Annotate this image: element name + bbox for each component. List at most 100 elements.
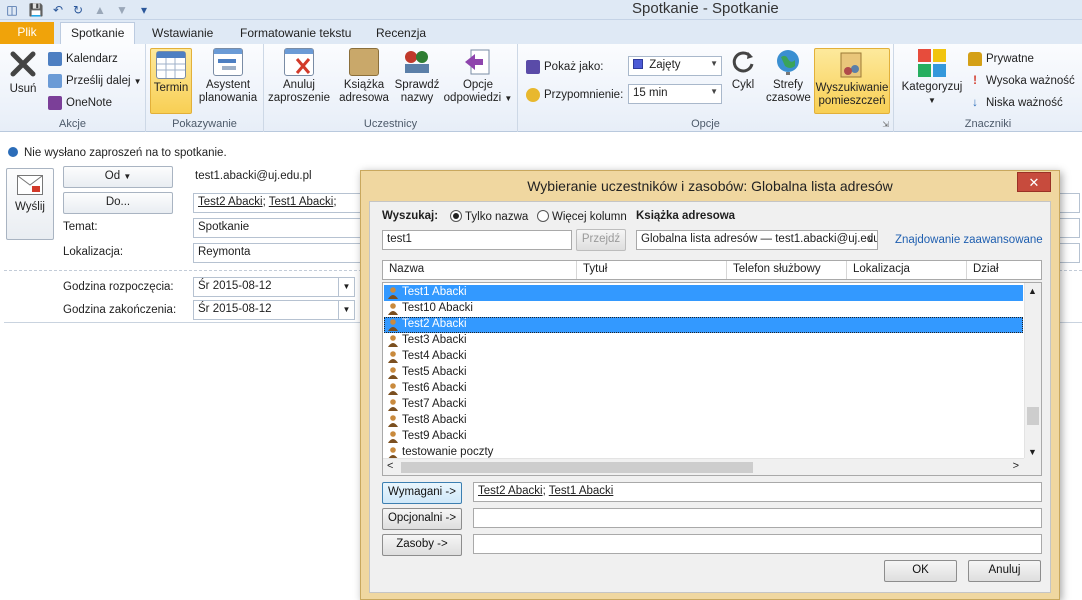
arrow-down-icon[interactable]: ▼ bbox=[114, 2, 130, 18]
response-options-button[interactable]: Opcje odpowiedzi ▼ bbox=[442, 48, 514, 105]
list-item[interactable]: Test6 Abacki bbox=[384, 381, 1023, 397]
customize-toolbar-icon[interactable]: ▾ bbox=[136, 2, 152, 18]
tab-insert[interactable]: Wstawianie bbox=[142, 23, 223, 44]
categorize-button[interactable]: Kategoryzuj ▼ bbox=[900, 48, 964, 107]
location-input[interactable]: Reymonta bbox=[193, 243, 363, 263]
to-field[interactable]: Test2 Abacki; Test1 Abacki; bbox=[193, 193, 363, 213]
cancel-invitation-button[interactable]: Anuluj zaproszenie bbox=[264, 48, 334, 105]
tab-review[interactable]: Recenzja bbox=[366, 23, 436, 44]
list-item[interactable]: Test1 Abacki bbox=[384, 285, 1023, 301]
room-finder-button[interactable]: Wyszukiwanie pomieszczeń bbox=[814, 48, 890, 114]
radio-name-only[interactable]: Tylko nazwa bbox=[450, 210, 528, 223]
subject-input[interactable]: Spotkanie bbox=[193, 218, 363, 238]
radio-more-columns[interactable]: Więcej kolumn bbox=[537, 210, 627, 223]
chevron-down-icon: ▼ bbox=[710, 59, 718, 68]
scheduling-assistant-button[interactable]: Asystent planowania bbox=[196, 48, 260, 105]
low-importance-button[interactable]: ↓ Niska ważność bbox=[968, 94, 1063, 112]
address-book-button[interactable]: Książka adresowa bbox=[336, 48, 392, 105]
delete-button[interactable]: Usuń bbox=[4, 48, 42, 96]
undo-icon[interactable]: ↶ bbox=[50, 2, 66, 18]
group-label-actions: Akcje bbox=[59, 118, 86, 130]
onenote-button[interactable]: OneNote bbox=[48, 94, 112, 112]
forward-button[interactable]: Prześlij dalej ▼ bbox=[48, 72, 141, 90]
close-icon[interactable]: ✕ bbox=[1017, 172, 1051, 192]
group-show: Termin Asystent planowania Pokazywanie bbox=[146, 44, 264, 132]
show-as-icon bbox=[526, 60, 540, 74]
dialog-client: Wyszukaj: Tylko nazwa Więcej kolumn Ksią… bbox=[369, 201, 1051, 593]
recurrence-button[interactable]: Cykl bbox=[726, 48, 760, 92]
group-label-show: Pokazywanie bbox=[172, 118, 237, 130]
to-button[interactable]: Do... bbox=[63, 192, 173, 214]
list-item[interactable]: Test3 Abacki bbox=[384, 333, 1023, 349]
list-item[interactable]: Test8 Abacki bbox=[384, 413, 1023, 429]
column-department[interactable]: Dział bbox=[967, 261, 1041, 279]
dialog-launcher-icon[interactable]: ⇲ bbox=[882, 120, 889, 129]
time-zones-button[interactable]: Strefy czasowe bbox=[766, 48, 811, 105]
optional-field[interactable] bbox=[473, 508, 1042, 528]
horizontal-scrollbar[interactable]: < > bbox=[383, 458, 1025, 475]
list-item[interactable]: Test9 Abacki bbox=[384, 429, 1023, 445]
arrow-up-icon[interactable]: ▲ bbox=[92, 2, 108, 18]
chevron-down-icon[interactable]: ▼ bbox=[338, 301, 354, 319]
list-item[interactable]: Test2 Abacki bbox=[384, 317, 1023, 333]
show-as-label: Pokaż jako: bbox=[526, 58, 603, 76]
address-book-select[interactable]: Globalna lista adresów — test1.abacki@uj… bbox=[636, 230, 878, 250]
vertical-scroll-thumb[interactable] bbox=[1027, 407, 1039, 425]
column-title[interactable]: Tytuł bbox=[577, 261, 727, 279]
required-field[interactable]: Test2 Abacki; Test1 Abacki bbox=[473, 482, 1042, 502]
list-item[interactable]: Test4 Abacki bbox=[384, 349, 1023, 365]
scroll-down-icon[interactable]: ▼ bbox=[1028, 447, 1037, 457]
dialog-title: Wybieranie uczestników i zasobów: Global… bbox=[527, 178, 893, 194]
required-button[interactable]: Wymagani -> bbox=[382, 482, 462, 504]
horizontal-scroll-thumb[interactable] bbox=[401, 462, 753, 473]
check-names-button[interactable]: Sprawdź nazwy bbox=[392, 48, 442, 105]
search-input[interactable]: test1 bbox=[382, 230, 572, 250]
group-label-attendees: Uczestnicy bbox=[363, 118, 418, 130]
appointment-icon bbox=[156, 51, 186, 79]
redo-icon[interactable]: ↻ bbox=[70, 2, 86, 18]
arrow-down-icon: ↓ bbox=[972, 97, 978, 109]
person-icon bbox=[388, 431, 398, 443]
start-date-picker[interactable]: Śr 2015-08-12 ▼ bbox=[193, 277, 355, 297]
list-item[interactable]: Test7 Abacki bbox=[384, 397, 1023, 413]
person-icon bbox=[388, 319, 398, 331]
ok-button[interactable]: OK bbox=[884, 560, 957, 582]
save-icon[interactable]: 💾 bbox=[28, 2, 44, 18]
person-icon bbox=[388, 383, 398, 395]
reminder-combo[interactable]: 15 min ▼ bbox=[628, 84, 722, 104]
from-button[interactable]: Od ▼ bbox=[63, 166, 173, 188]
scroll-left-icon[interactable]: < bbox=[387, 460, 393, 472]
appointment-button[interactable]: Termin bbox=[150, 48, 192, 114]
column-phone[interactable]: Telefon służbowy bbox=[727, 261, 847, 279]
chevron-down-icon[interactable]: ▼ bbox=[338, 278, 354, 296]
column-name[interactable]: Nazwa bbox=[383, 261, 577, 279]
send-button[interactable]: Wyślij bbox=[6, 168, 54, 240]
scroll-up-icon[interactable]: ▲ bbox=[1028, 286, 1037, 296]
tab-format-text[interactable]: Formatowanie tekstu bbox=[230, 23, 361, 44]
person-icon bbox=[388, 415, 398, 427]
column-location[interactable]: Lokalizacja bbox=[847, 261, 967, 279]
vertical-scrollbar[interactable]: ▲ ▼ bbox=[1024, 283, 1041, 459]
busy-color-icon bbox=[633, 59, 643, 69]
advanced-find-link[interactable]: Znajdowanie zaawansowane bbox=[895, 234, 1043, 246]
high-importance-button[interactable]: ! Wysoka ważność bbox=[968, 72, 1075, 90]
tab-file[interactable]: Plik bbox=[0, 22, 54, 44]
scrollbar-corner bbox=[1024, 458, 1041, 475]
show-as-combo[interactable]: Zajęty ▼ bbox=[628, 56, 722, 76]
resources-button[interactable]: Zasoby -> bbox=[382, 534, 462, 556]
resources-field[interactable] bbox=[473, 534, 1042, 554]
private-button[interactable]: Prywatne bbox=[968, 50, 1034, 68]
list-item[interactable]: Test5 Abacki bbox=[384, 365, 1023, 381]
forward-icon bbox=[48, 74, 62, 88]
room-finder-icon bbox=[837, 51, 867, 79]
calendar-button[interactable]: Kalendarz bbox=[48, 50, 118, 68]
calendar-icon bbox=[48, 52, 62, 66]
end-date-picker[interactable]: Śr 2015-08-12 ▼ bbox=[193, 300, 355, 320]
optional-button[interactable]: Opcjonalni -> bbox=[382, 508, 462, 530]
list-item[interactable]: Test10 Abacki bbox=[384, 301, 1023, 317]
cancel-button[interactable]: Anuluj bbox=[968, 560, 1041, 582]
tab-meeting[interactable]: Spotkanie bbox=[60, 22, 136, 44]
go-button[interactable]: Przejdź bbox=[576, 229, 626, 251]
scroll-right-icon[interactable]: > bbox=[1013, 460, 1019, 472]
globe-icon bbox=[773, 48, 803, 76]
